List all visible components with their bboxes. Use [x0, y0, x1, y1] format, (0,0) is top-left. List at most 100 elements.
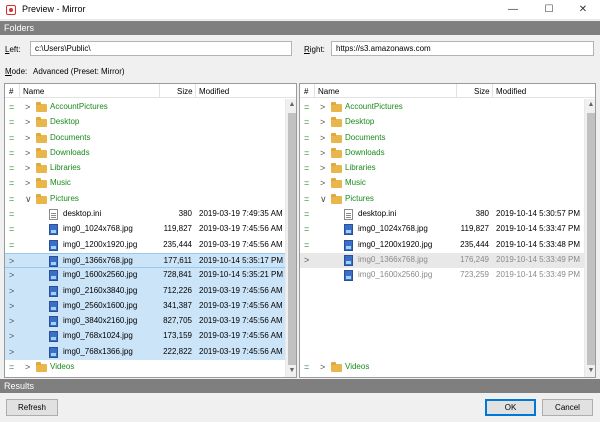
scroll-down-icon[interactable]: ▼ [286, 365, 296, 377]
tree-row[interactable]: = > Downloads [5, 146, 296, 161]
chevron-right-icon[interactable]: > [25, 102, 30, 112]
tree-row[interactable]: > img0_768x1366.jpg 222,822 2019-03-19 7:45… [5, 344, 296, 361]
chevron-right-icon[interactable]: > [320, 102, 325, 112]
scroll-up-icon[interactable]: ▲ [585, 99, 595, 111]
left-scroll-thumb[interactable] [288, 113, 296, 365]
tree-row[interactable] [300, 345, 595, 360]
tree-row[interactable]: = > Desktop [5, 115, 296, 130]
col-hash[interactable]: # [304, 87, 308, 96]
tree-row[interactable]: > img0_1600x2560.jpg 728,841 2019-10-14 5:3… [5, 268, 296, 284]
chevron-down-icon[interactable]: ∨ [25, 194, 32, 205]
chevron-right-icon[interactable]: > [25, 117, 30, 127]
chevron-right-icon[interactable]: > [25, 133, 30, 143]
item-name: Pictures [50, 193, 79, 203]
tree-row[interactable] [300, 284, 595, 299]
folder-icon [331, 132, 342, 143]
col-hash[interactable]: # [9, 87, 13, 96]
tree-row[interactable]: = ∨ Pictures [300, 192, 595, 207]
equal-status-icon: = [304, 224, 310, 235]
tree-row[interactable]: = > Music [300, 176, 595, 191]
tree-row[interactable]: > img0_2160x3840.jpg 712,226 2019-03-19 7:4… [5, 283, 296, 299]
col-modified[interactable]: Modified [496, 87, 526, 96]
col-modified[interactable]: Modified [199, 87, 229, 96]
chevron-down-icon[interactable]: ∨ [320, 194, 327, 205]
right-path-field[interactable]: https://s3.amazonaws.com [331, 41, 594, 56]
scroll-down-icon[interactable]: ▼ [585, 365, 595, 377]
right-scroll-thumb[interactable] [587, 113, 595, 365]
arrow-status-icon: > [9, 346, 15, 357]
col-size[interactable]: Size [177, 87, 193, 96]
tree-row[interactable]: > img0_1366x768.jpg 177,611 2019-10-14 5:35… [5, 252, 296, 269]
tree-row[interactable]: = desktop.ini 380 2019-10-14 5:30:57 PM [300, 207, 595, 222]
tree-row[interactable]: = > Videos [5, 360, 296, 375]
tree-row[interactable] [300, 329, 595, 344]
right-folder-pane[interactable]: # Name Size Modified = > AccountPictures = >… [299, 83, 596, 378]
item-size: 235,444 [163, 239, 192, 249]
col-name[interactable]: Name [318, 87, 339, 96]
item-name: AccountPictures [50, 102, 108, 111]
tree-row[interactable]: = img0_1200x1920.jpg 235,444 2019-03-19 7:4… [5, 238, 296, 253]
chevron-right-icon[interactable]: > [320, 362, 325, 372]
image-file-icon [49, 316, 58, 328]
tree-row[interactable]: = ∨ Pictures [5, 192, 296, 207]
maximize-button[interactable]: ☐ [532, 0, 566, 20]
chevron-right-icon[interactable]: > [320, 133, 325, 143]
tree-row[interactable]: = > Videos [300, 360, 595, 375]
right-scrollbar[interactable]: ▲ ▼ [584, 99, 595, 377]
chevron-right-icon[interactable]: > [25, 163, 30, 173]
arrow-status-icon: > [9, 255, 15, 266]
equal-status-icon: = [304, 193, 310, 204]
tree-row[interactable] [300, 299, 595, 314]
minimize-button[interactable]: — [496, 0, 530, 20]
equal-status-icon: = [304, 178, 310, 189]
left-folder-pane[interactable]: # Name Size Modified = > AccountPictures = >… [4, 83, 297, 378]
tree-row[interactable]: = > Documents [5, 131, 296, 146]
tree-row[interactable]: = > AccountPictures [5, 100, 296, 115]
cancel-button[interactable]: Cancel [542, 399, 593, 416]
tree-row[interactable]: = > Libraries [5, 161, 296, 176]
tree-row[interactable]: = img0_1024x768.jpg 119,827 2019-10-14 5:33… [300, 222, 595, 237]
tree-row[interactable]: = > Downloads [300, 146, 595, 161]
ok-button[interactable]: OK [485, 399, 536, 416]
refresh-button[interactable]: Refresh [6, 399, 58, 416]
left-path-field[interactable]: c:\Users\Public\ [30, 41, 292, 56]
equal-status-icon: = [304, 132, 310, 143]
tree-row[interactable] [300, 314, 595, 329]
tree-row[interactable]: > img0_1366x768.jpg 176,249 2019-10-14 5:33… [300, 252, 595, 269]
tree-row[interactable]: img0_1600x2560.jpg 723,259 2019-10-14 5:33… [300, 268, 595, 283]
tree-row[interactable]: = img0_1024x768.jpg 119,827 2019-03-19 7:45… [5, 222, 296, 237]
chevron-right-icon[interactable]: > [25, 178, 30, 188]
tree-row[interactable]: > img0_3840x2160.jpg 827,705 2019-03-19 7:4… [5, 314, 296, 330]
tree-row[interactable]: = desktop.ini 380 2019-03-19 7:49:35 AM [5, 207, 296, 222]
title-bar: Preview - Mirror — ☐ ✕ [0, 0, 600, 20]
col-size[interactable]: Size [474, 87, 490, 96]
tree-row[interactable]: > img0_768x1024.jpg 173,159 2019-03-19 7:45… [5, 329, 296, 345]
left-scrollbar[interactable]: ▲ ▼ [285, 99, 296, 377]
chevron-right-icon[interactable]: > [320, 117, 325, 127]
item-name: Libraries [345, 163, 376, 173]
close-button[interactable]: ✕ [566, 0, 600, 20]
tree-row[interactable]: = > Documents [300, 131, 595, 146]
chevron-right-icon[interactable]: > [25, 362, 30, 372]
folder-icon [36, 147, 47, 158]
chevron-right-icon[interactable]: > [320, 148, 325, 158]
item-name: Music [345, 178, 366, 188]
tree-row[interactable]: = > Music [5, 176, 296, 191]
chevron-right-icon[interactable]: > [320, 178, 325, 188]
folders-section-header: Folders [0, 21, 600, 35]
tree-row[interactable]: = img0_1200x1920.jpg 235,444 2019-10-14 5:3… [300, 238, 595, 253]
item-name: img0_1600x2560.jpg [358, 270, 433, 280]
results-section-header: Results [0, 379, 600, 393]
chevron-right-icon[interactable]: > [25, 148, 30, 158]
scroll-up-icon[interactable]: ▲ [286, 99, 296, 111]
equal-status-icon: = [9, 102, 15, 112]
tree-row[interactable]: = > Desktop [300, 115, 595, 130]
left-path-label: Left: [5, 45, 21, 54]
col-name[interactable]: Name [23, 87, 44, 96]
tree-row[interactable]: > img0_2560x1600.jpg 341,387 2019-03-19 7:4… [5, 298, 296, 315]
tree-row[interactable]: = > Libraries [300, 161, 595, 176]
tree-row[interactable]: = > AccountPictures [300, 100, 595, 115]
equal-status-icon: = [9, 209, 15, 220]
chevron-right-icon[interactable]: > [320, 163, 325, 173]
item-size: 827,705 [163, 316, 192, 326]
